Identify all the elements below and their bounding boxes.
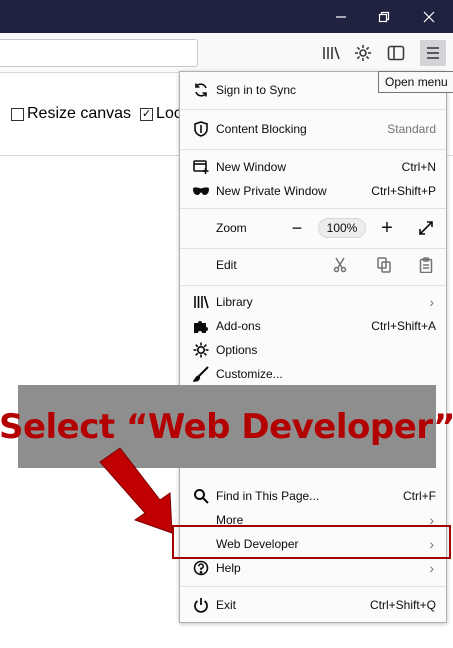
lock-checkbox[interactable]: ✓ <box>140 107 154 121</box>
open-menu-tooltip: Open menu <box>378 71 453 93</box>
menu-item-content-blocking[interactable]: Content Blocking Standard <box>180 117 446 141</box>
menu-item-new-window[interactable]: New Window Ctrl+N <box>180 155 446 179</box>
menu-item-new-private-window[interactable]: New Private Window Ctrl+Shift+P <box>180 179 446 203</box>
copy-icon <box>377 257 391 273</box>
menu-item-label: Options <box>216 343 258 357</box>
menu-item-label: Edit <box>216 258 237 272</box>
shortcut-label: Ctrl+F <box>403 489 436 503</box>
menu-separator <box>180 285 446 286</box>
fullscreen-icon <box>419 221 433 235</box>
open-menu-button[interactable] <box>420 40 446 66</box>
menu-item-label: Help <box>216 561 241 575</box>
menu-item-find-in-page[interactable]: Find in This Page... Ctrl+F <box>180 484 446 508</box>
chevron-right-icon: › <box>429 560 434 576</box>
resize-canvas-label: Resize canvas <box>27 105 132 122</box>
gear-icon <box>355 45 371 61</box>
zoom-in-button[interactable]: + <box>377 216 397 240</box>
menu-separator <box>180 149 446 150</box>
fullscreen-button[interactable] <box>416 218 436 238</box>
shortcut-label: Ctrl+Shift+P <box>371 184 436 198</box>
menu-item-label: Add-ons <box>216 319 261 333</box>
menu-item-library[interactable]: Library › <box>180 290 446 314</box>
menu-item-exit[interactable]: Exit Ctrl+Shift+Q <box>180 593 446 617</box>
menu-item-label: Customize... <box>216 367 283 381</box>
paintbrush-icon <box>192 365 210 383</box>
menu-item-label: New Window <box>216 160 287 174</box>
menu-item-options[interactable]: Options <box>180 338 446 362</box>
library-icon <box>192 293 210 311</box>
resize-canvas-checkbox[interactable] <box>11 107 24 121</box>
extension-button[interactable] <box>350 40 376 66</box>
private-mask-icon <box>192 182 210 200</box>
power-icon <box>192 596 210 614</box>
sidebar-icon <box>387 45 405 61</box>
chevron-right-icon: › <box>429 294 434 310</box>
help-icon <box>192 559 210 577</box>
cut-button[interactable] <box>330 255 350 275</box>
paste-button[interactable] <box>416 255 436 275</box>
close-icon <box>423 11 435 22</box>
zoom-reset-button[interactable]: 100% <box>318 218 366 238</box>
menu-item-label: Exit <box>216 598 237 612</box>
menu-item-help[interactable]: Help › <box>180 556 446 580</box>
menu-separator <box>180 208 446 209</box>
scissors-icon <box>333 257 347 273</box>
menu-item-edit: Edit <box>180 253 446 277</box>
shortcut-label: Ctrl+N <box>401 160 436 174</box>
instruction-text: Select “Web Developer” <box>0 406 453 447</box>
menu-separator <box>180 586 446 587</box>
lock-label: Loc <box>156 105 182 122</box>
puzzle-piece-icon <box>192 317 210 335</box>
close-button[interactable] <box>410 0 448 33</box>
canvas-options: Resize canvas ✓ Loc <box>11 105 182 123</box>
copy-button[interactable] <box>374 255 394 275</box>
minimize-button[interactable] <box>322 0 360 33</box>
content-blocking-value: Standard <box>387 122 436 136</box>
menu-item-zoom: Zoom − 100% + <box>180 216 446 240</box>
shortcut-label: Ctrl+Shift+A <box>371 319 436 333</box>
web-developer-highlight <box>172 525 451 559</box>
sync-icon <box>192 81 210 99</box>
new-window-icon <box>192 158 210 176</box>
menu-item-label: Content Blocking <box>216 122 307 136</box>
menu-item-addons[interactable]: Add-ons Ctrl+Shift+A <box>180 314 446 338</box>
gear-icon <box>192 341 210 359</box>
sidebar-button[interactable] <box>383 40 409 66</box>
shield-icon <box>192 120 210 138</box>
menu-item-label: Library <box>216 295 253 309</box>
instruction-banner: Select “Web Developer” <box>0 385 453 468</box>
menu-item-label: Sign in to Sync <box>216 83 297 97</box>
menu-item-label: Zoom <box>216 221 247 235</box>
zoom-out-button[interactable]: − <box>287 216 307 240</box>
navigation-toolbar <box>0 33 453 73</box>
url-bar[interactable] <box>0 39 198 67</box>
clipboard-icon <box>419 257 433 273</box>
title-bar <box>0 0 453 33</box>
minimize-icon <box>336 15 346 18</box>
menu-item-customize[interactable]: Customize... <box>180 362 446 386</box>
menu-item-label: Find in This Page... <box>216 489 320 503</box>
menu-item-label: New Private Window <box>216 184 327 198</box>
menu-separator <box>180 109 446 110</box>
restore-button[interactable] <box>365 0 403 33</box>
search-icon <box>192 487 210 505</box>
menu-separator <box>180 248 446 249</box>
shortcut-label: Ctrl+Shift+Q <box>369 598 436 612</box>
hamburger-menu-icon <box>427 47 439 59</box>
library-icon <box>323 46 340 60</box>
restore-icon <box>378 11 390 22</box>
library-button[interactable] <box>318 40 344 66</box>
